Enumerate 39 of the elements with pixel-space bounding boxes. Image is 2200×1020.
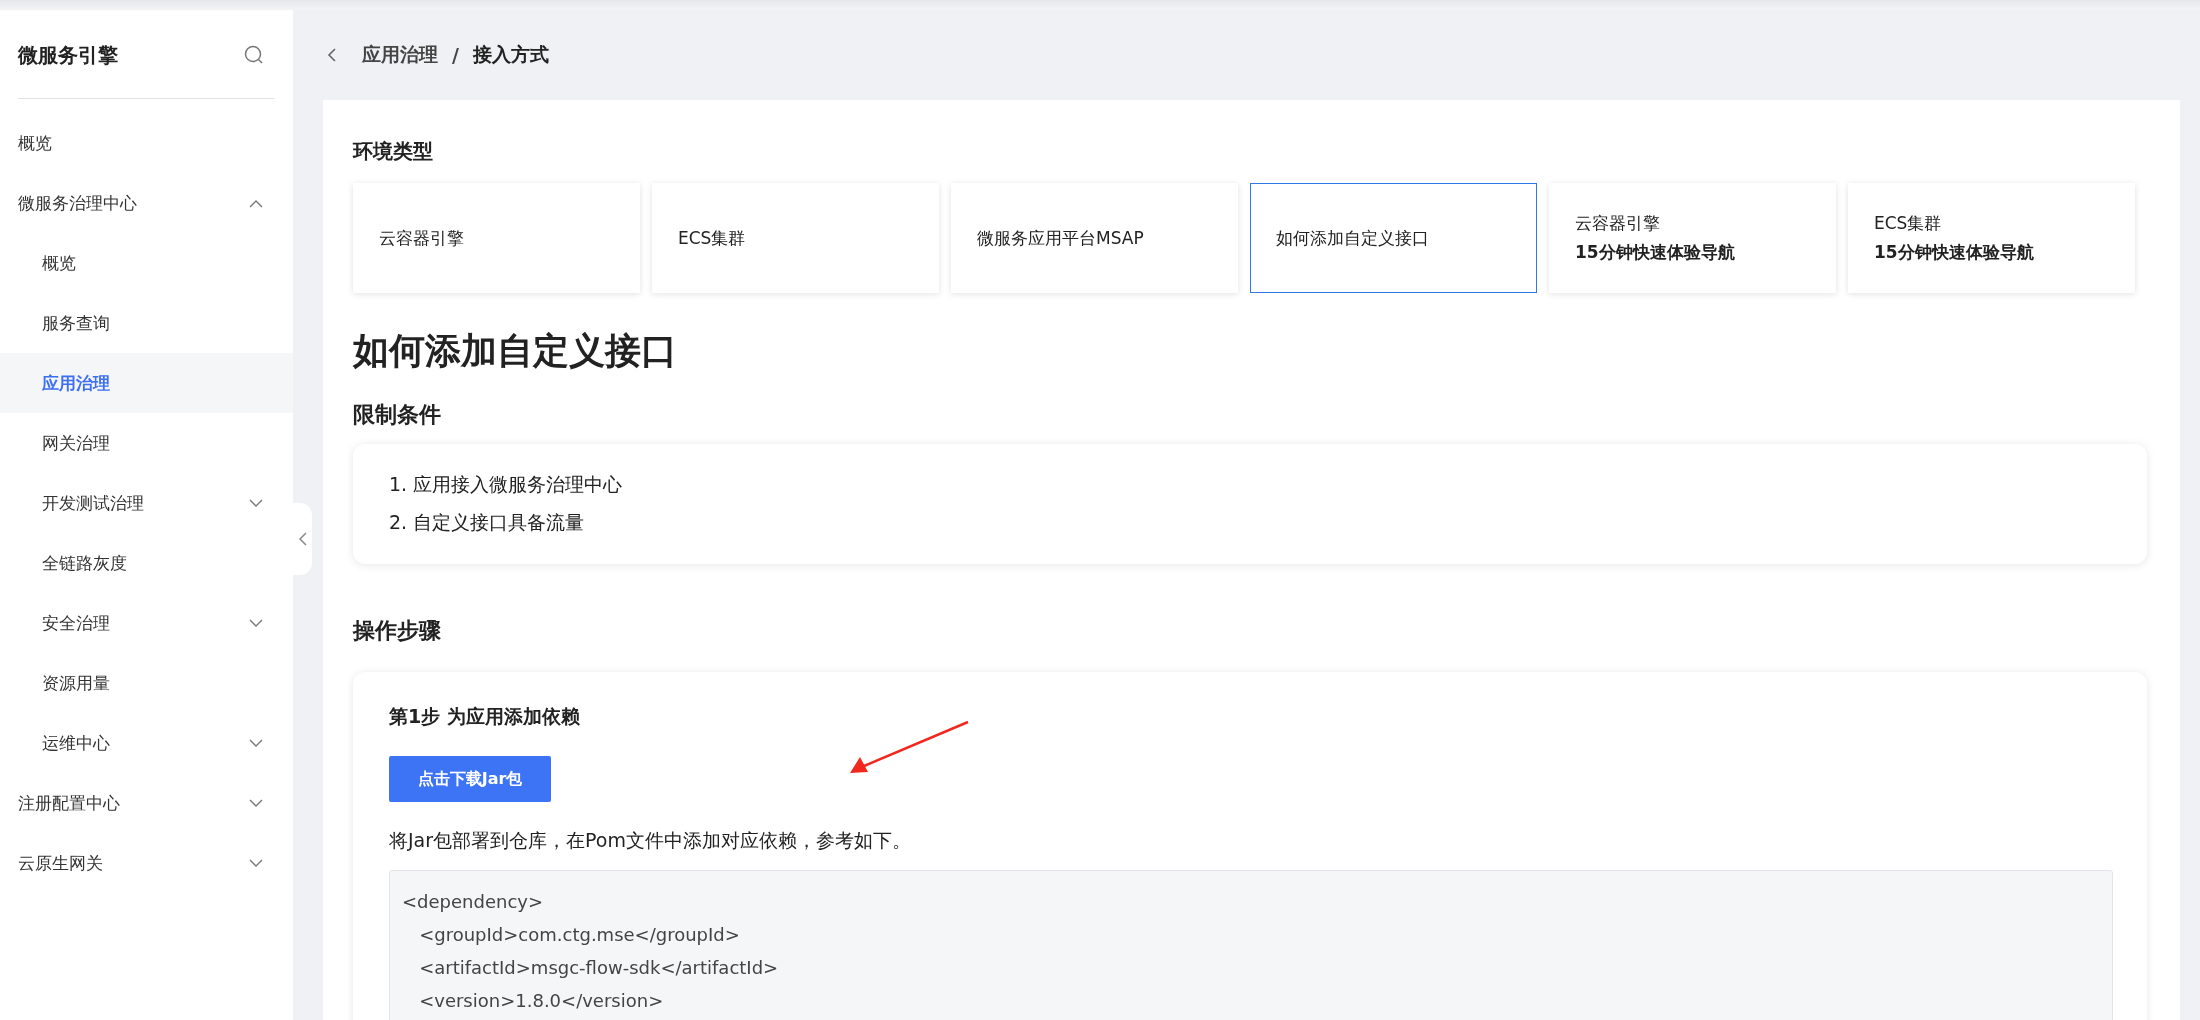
step-description: 将Jar包部署到仓库，在Pom文件中添加对应依赖，参考如下。 [389,828,912,853]
breadcrumb-separator: / [452,44,459,66]
sidebar-title: 微服务引擎 [18,41,118,69]
nav-item[interactable]: 云原生网关 [0,833,293,893]
nav-item[interactable]: 概览 [0,233,293,293]
breadcrumb-item[interactable]: 接入方式 [472,42,549,68]
page-heading: 如何添加自定义接口 [353,329,678,373]
section-title: 限制条件 [353,401,442,429]
code-line: <groupId>com.ctg.mse</groupId> [418,923,741,947]
code-line: <artifactId>msgc-flow-sdk</artifactId> [418,956,780,980]
environment-tab[interactable]: 云容器引擎 [353,183,640,293]
nav-item[interactable]: 安全治理 [0,593,293,653]
back-icon[interactable] [326,47,338,63]
nav-item[interactable]: 微服务治理中心 [0,173,293,233]
nav-item[interactable]: 网关治理 [0,413,293,473]
nav-item[interactable]: 资源用量 [0,653,293,713]
section-title: 环境类型 [353,138,434,165]
code-line: <version>1.8.0</version> [418,989,665,1013]
environment-tab[interactable]: 微服务应用平台MSAP [951,183,1238,293]
environment-tab[interactable]: 如何添加自定义接口 [1250,183,1537,293]
section-title: 操作步骤 [353,617,442,645]
nav-item[interactable]: 概览 [0,113,293,173]
nav-item[interactable]: 应用治理 [0,353,293,413]
condition-item: 1. 应用接入微服务治理中心 [389,472,624,497]
nav-item[interactable]: 全链路灰度 [0,533,293,593]
nav-item[interactable]: 服务查询 [0,293,293,353]
nav-item[interactable]: 运维中心 [0,713,293,773]
collapse-handle[interactable] [293,503,312,575]
nav-item[interactable]: 开发测试治理 [0,473,293,533]
code-line: <dependency> [402,890,545,914]
environment-tab[interactable]: ECS集群 [652,183,939,293]
nav-item[interactable]: 注册配置中心 [0,773,293,833]
environment-tab[interactable]: ECS集群 15分钟快速体验导航 [1848,183,2135,293]
breadcrumb-item[interactable]: 应用治理 [362,42,438,68]
condition-item: 2. 自定义接口具备流量 [389,510,586,535]
search-icon[interactable] [243,44,265,66]
download-button[interactable]: 点击下载Jar包 [389,756,551,802]
environment-tab[interactable]: 云容器引擎 15分钟快速体验导航 [1549,183,1836,293]
step-title: 第1步 为应用添加依赖 [389,704,581,729]
